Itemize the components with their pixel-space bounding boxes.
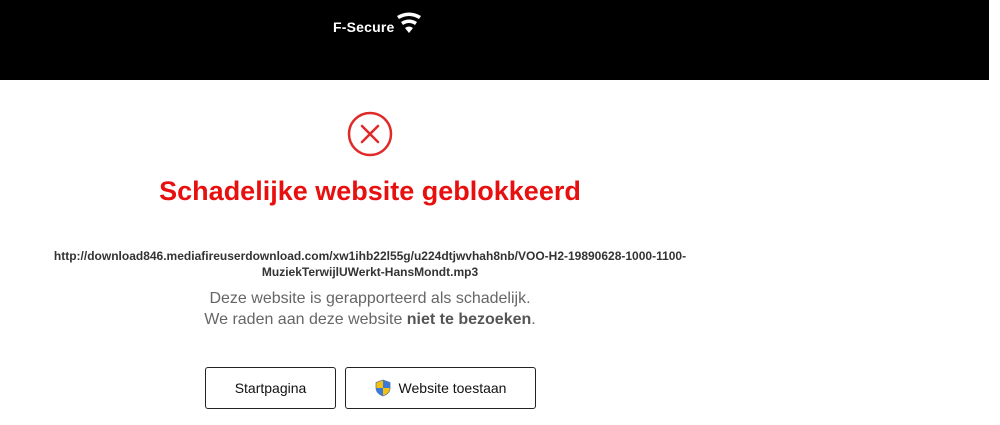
blocked-url: http://download846.mediafireuserdownload… <box>0 248 740 280</box>
description-suffix: . <box>531 311 536 328</box>
blocked-url-line-1: http://download846.mediafireuserdownload… <box>53 249 687 263</box>
error-x-circle-icon <box>347 111 393 157</box>
f-secure-wifi-shield-icon <box>396 11 422 38</box>
description-line-1: Deze website is gerapporteerd als schade… <box>209 290 531 307</box>
description-prefix: We raden aan deze website <box>204 311 407 328</box>
top-banner: F-Secure <box>0 0 989 80</box>
allow-website-button-label: Website toestaan <box>398 380 507 396</box>
home-page-button[interactable]: Startpagina <box>205 367 336 409</box>
uac-shield-icon <box>375 379 391 397</box>
home-page-button-label: Startpagina <box>234 380 307 396</box>
warning-description: Deze website is gerapporteerd als schade… <box>0 288 740 330</box>
brand-name: F-Secure <box>333 19 395 35</box>
f-secure-logo: F-Secure <box>333 12 422 42</box>
description-emphasis: niet te bezoeken <box>406 311 532 328</box>
scrollbar[interactable] <box>989 0 1000 425</box>
description-line-2: We raden aan deze website niet te bezoek… <box>0 309 740 330</box>
allow-website-button[interactable]: Website toestaan <box>345 367 536 409</box>
blocked-url-line-2: MuziekTerwijlUWerkt-HansMondt.mp3 <box>261 265 479 279</box>
page-title: Schadelijke website geblokkeerd <box>159 176 581 206</box>
